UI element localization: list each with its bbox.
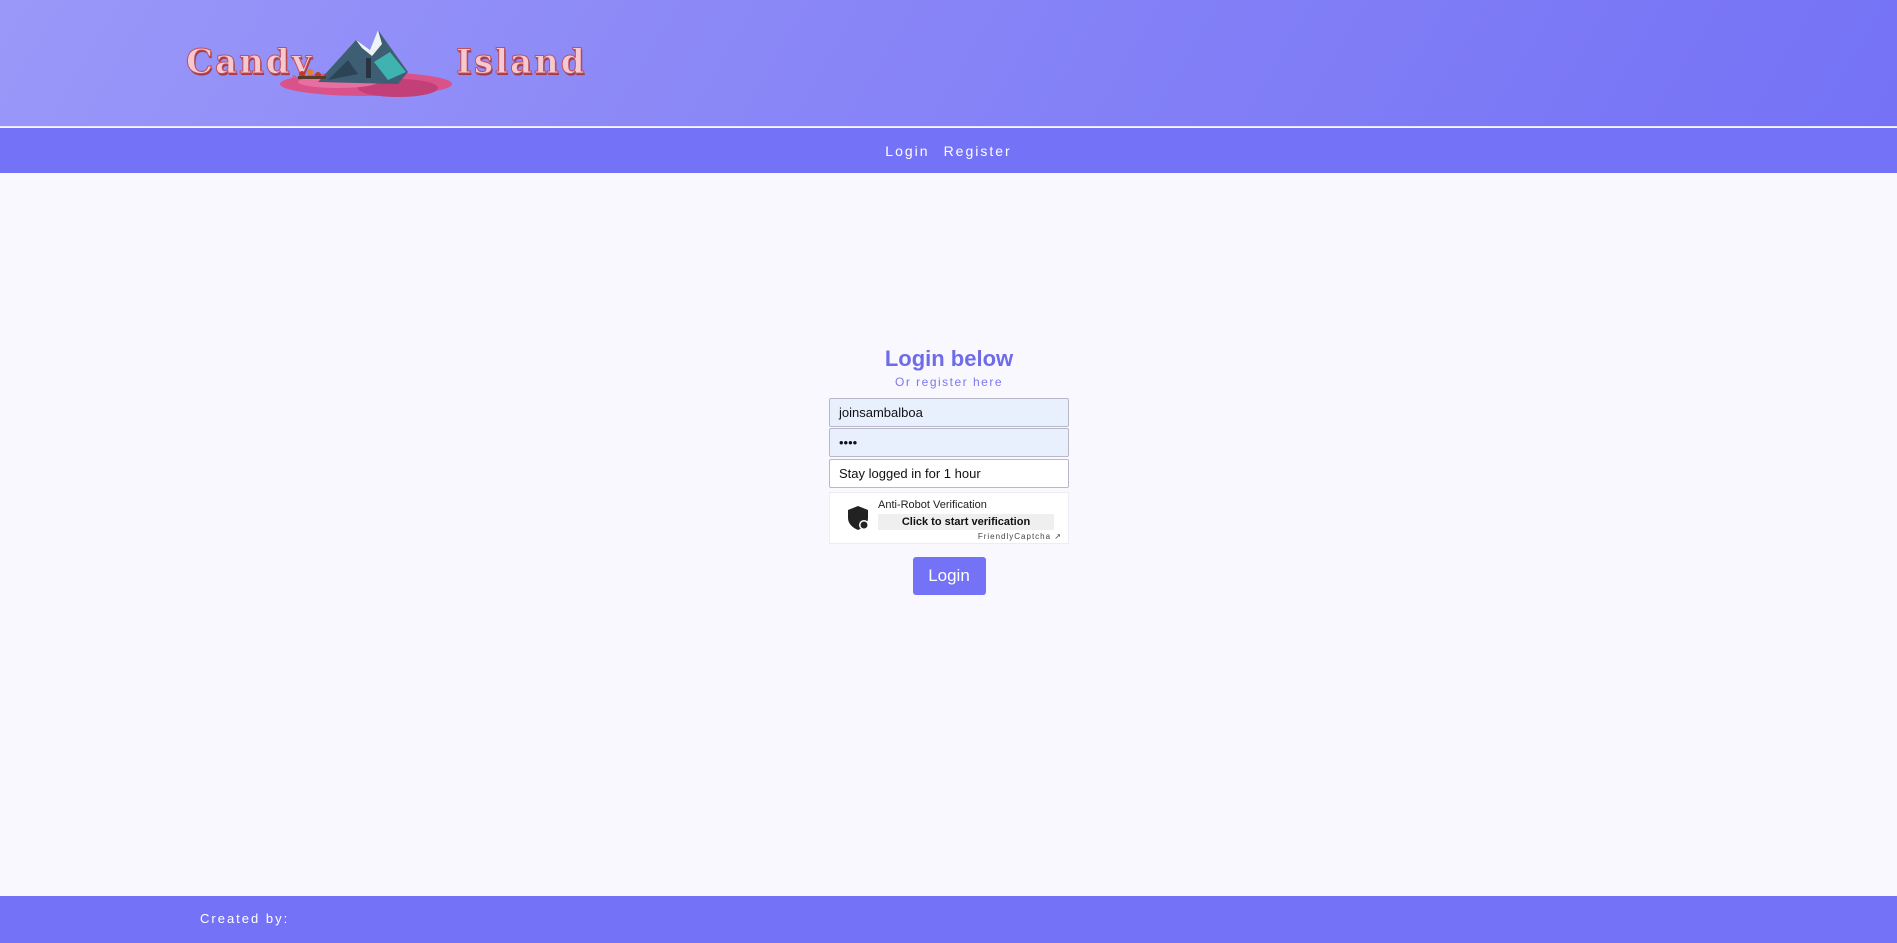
site-logo[interactable]: Candy Island: [183, 22, 585, 102]
login-title: Login below: [884, 346, 1014, 371]
username-input[interactable]: joinsambalboa: [829, 398, 1069, 427]
captcha-widget: Anti-Robot Verification Click to start v…: [829, 492, 1069, 544]
login-button[interactable]: Login: [912, 557, 986, 595]
login-form: Login below Or register here joinsambalb…: [829, 345, 1069, 595]
footer-credits: Created by:: [200, 911, 290, 926]
nav-register-link[interactable]: Register: [944, 143, 1012, 159]
site-header: Candy Island: [0, 0, 1897, 127]
site-footer: Created by:: [0, 896, 1897, 943]
start-verification-button[interactable]: Click to start verification: [878, 514, 1054, 530]
register-link[interactable]: Or register here: [829, 375, 1069, 389]
island-logo-image: [280, 30, 452, 97]
captcha-brand-link[interactable]: FriendlyCaptcha ↗: [978, 532, 1062, 541]
session-duration-select[interactable]: Stay logged in for 1 hour: [829, 459, 1069, 488]
password-input[interactable]: ••••: [829, 428, 1069, 457]
shield-icon: [848, 506, 869, 530]
logo-word-island: Island: [456, 42, 587, 83]
captcha-label: Anti-Robot Verification: [878, 499, 987, 511]
nav-login-link[interactable]: Login: [885, 143, 929, 159]
main-nav: Login Register: [0, 128, 1897, 173]
